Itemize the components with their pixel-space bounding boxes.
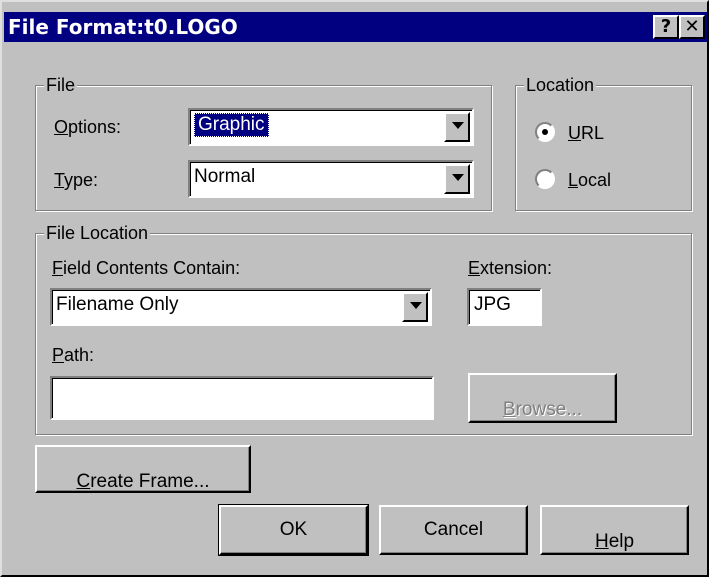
browse-button[interactable]: Browse... [468,373,617,423]
extension-input[interactable]: JPG [467,288,542,326]
url-rest: RL [581,123,605,143]
type-label-mnemonic: T [54,170,65,190]
file-group-legend: File [44,73,78,97]
extension-label: Extension: [468,257,552,279]
local-radio[interactable] [535,169,555,189]
type-selected-value: Normal [194,166,256,187]
location-group: Location [515,73,692,211]
type-label: Type: [54,169,98,191]
url-mnemonic: U [568,123,581,143]
create-frame-button[interactable]: Create Frame... [35,445,251,493]
extension-rest: xtension: [480,258,553,278]
help-mnemonic: H [594,531,609,552]
help-icon[interactable]: ? [653,15,679,39]
help-button-label: Help [595,519,634,553]
extension-mnemonic: E [468,258,481,278]
browse-rest: rowse... [515,399,583,420]
file-format-dialog: File Format:t0.LOGO ? ✕ File Options: Gr… [0,0,709,577]
local-radio-label[interactable]: Local [568,169,611,191]
options-select[interactable]: Graphic [188,108,474,146]
ok-button-label: OK [279,519,308,540]
url-radio[interactable] [535,122,555,142]
extension-value: JPG [474,294,511,315]
field-contents-rest: ield Contents Contain: [63,258,241,278]
create-frame-rest: reate Frame... [90,471,210,492]
field-contents-label: Field Contents Contain: [52,257,240,279]
options-label: Options: [54,116,121,138]
help-button[interactable]: Help [540,505,689,555]
type-select[interactable]: Normal [188,160,474,198]
options-selected-value: Graphic [194,113,269,137]
create-frame-label: Create Frame... [76,459,209,493]
path-label: Path: [52,344,94,366]
url-radio-label[interactable]: URL [568,122,604,144]
options-label-mnemonic: O [54,117,69,137]
title-bar[interactable]: File Format:t0.LOGO ? ✕ [4,12,707,42]
create-frame-mnemonic: C [76,471,91,492]
help-rest: elp [608,531,635,552]
chevron-down-icon[interactable] [444,164,470,194]
close-icon[interactable]: ✕ [679,15,705,39]
field-contents-value: Filename Only [56,294,179,315]
field-contents-mnemonic: F [52,258,63,278]
options-label-text: ptions: [68,117,122,137]
cancel-button-label: Cancel [423,519,484,540]
browse-mnemonic: B [502,399,516,420]
path-rest: ath: [64,345,95,365]
file-location-legend: File Location [44,221,151,245]
chevron-down-icon[interactable] [402,292,428,322]
field-contents-select[interactable]: Filename Only [50,288,432,326]
ok-button[interactable]: OK [218,504,369,556]
local-mnemonic: L [568,170,579,190]
local-rest: ocal [578,170,612,190]
chevron-down-icon[interactable] [444,112,470,142]
path-mnemonic: P [52,345,65,365]
dialog-title: File Format:t0.LOGO [8,15,238,39]
type-label-text: ype: [64,170,99,190]
browse-button-label: Browse... [503,387,582,421]
path-input[interactable] [50,376,434,420]
cancel-button[interactable]: Cancel [379,505,528,555]
location-group-legend: Location [524,73,597,97]
